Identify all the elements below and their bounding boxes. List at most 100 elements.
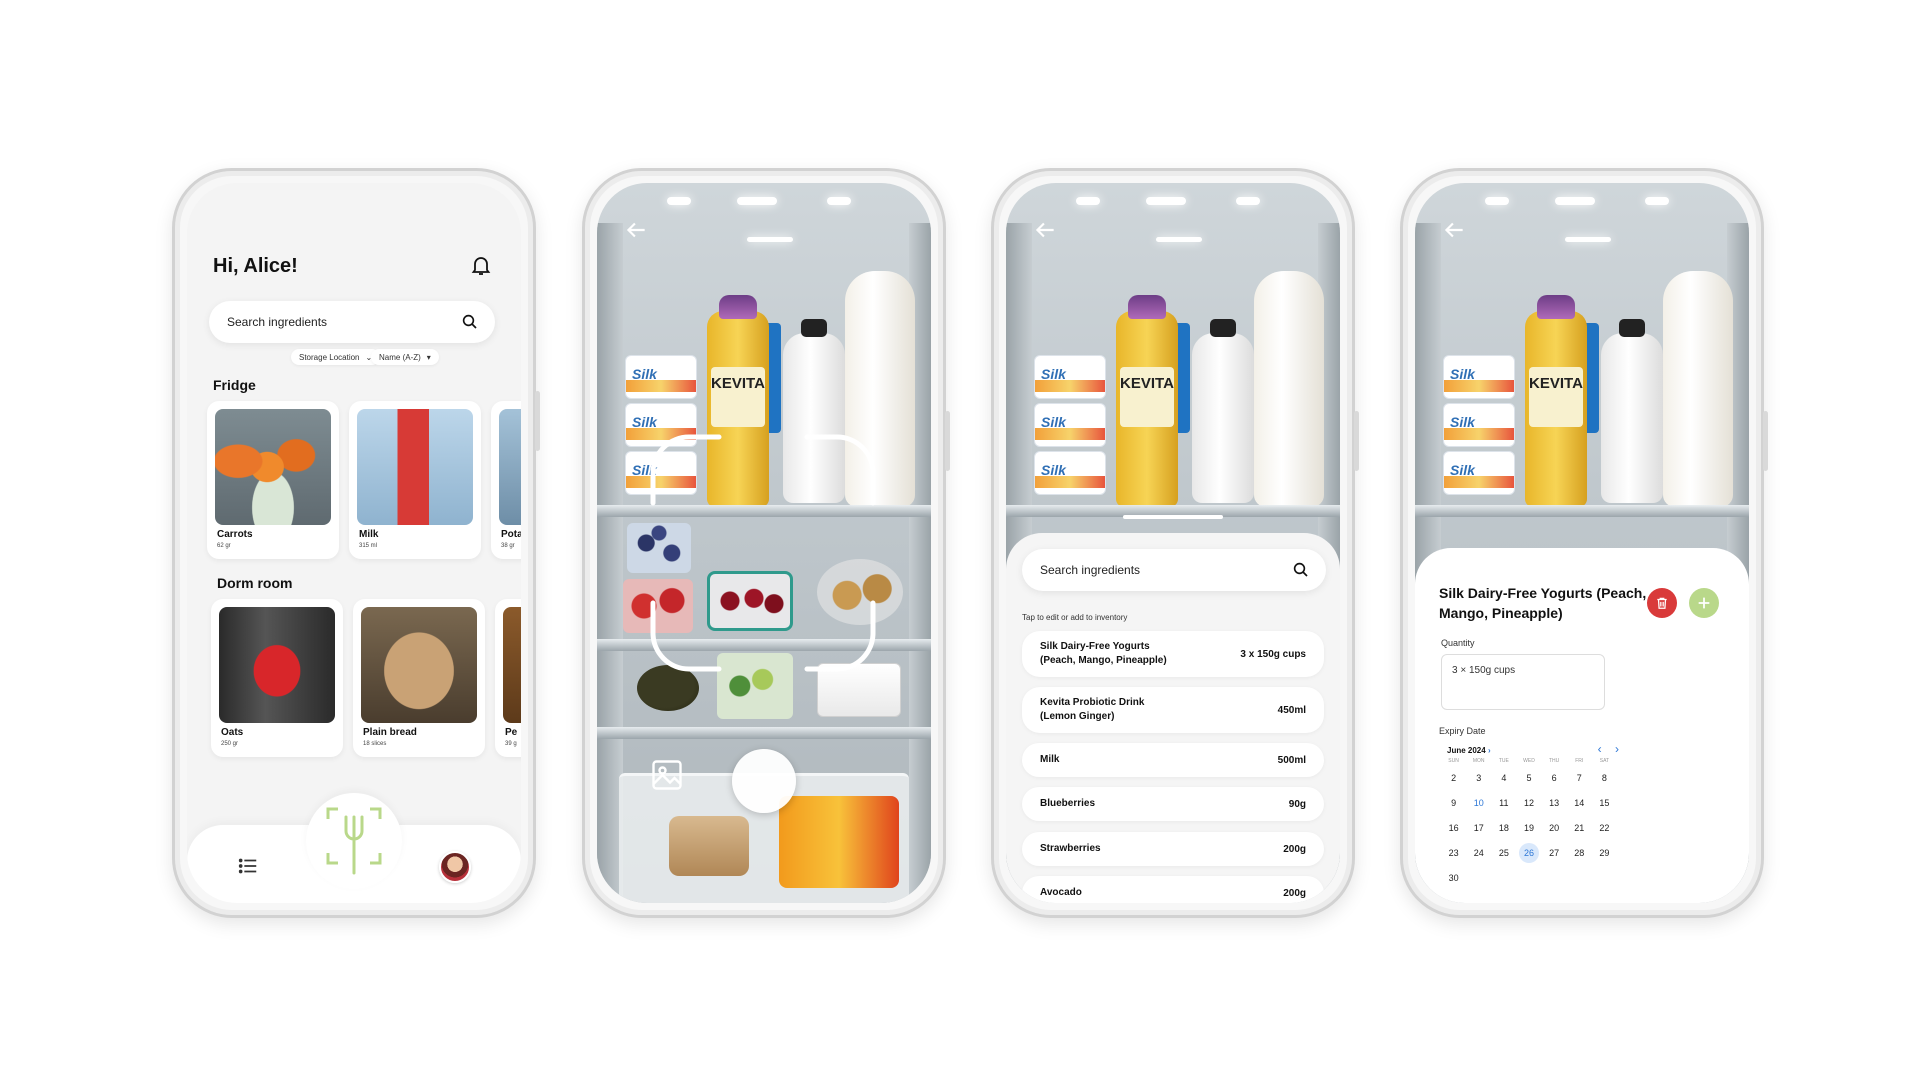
fridge-light <box>667 197 691 205</box>
chevron-left-icon[interactable]: ‹ <box>1598 742 1602 756</box>
ingredient-name: Plain bread <box>363 727 417 738</box>
storage-location-filter[interactable]: Storage Location ⌄ <box>291 349 381 365</box>
gallery-icon[interactable] <box>649 757 685 793</box>
snack-can <box>779 796 899 888</box>
calendar-day[interactable]: 22 <box>1592 818 1617 843</box>
list-item[interactable]: Avocado 200g <box>1022 876 1324 903</box>
list-item[interactable]: Kevita Probiotic Drink (Lemon Ginger) 450… <box>1022 687 1324 733</box>
ingredient-qty: 315 ml <box>359 543 378 549</box>
list-item[interactable]: Blueberries 90g <box>1022 787 1324 821</box>
avatar[interactable] <box>439 851 471 883</box>
calendar-day[interactable]: 9 <box>1441 793 1466 818</box>
ingredient-card[interactable]: Pe 39 g <box>495 599 521 757</box>
kevita-bottle: KEVITA <box>1116 311 1178 507</box>
item-qty: 500ml <box>1277 754 1306 766</box>
item-qty: 200g <box>1283 843 1306 855</box>
calendar-day[interactable]: 16 <box>1441 818 1466 843</box>
search-icon[interactable] <box>1292 561 1310 579</box>
ingredient-name: Oats <box>221 727 244 738</box>
calendar-day[interactable]: 21 <box>1567 818 1592 843</box>
scan-fork-icon <box>326 807 382 875</box>
ingredient-card[interactable]: Oats 250 gr <box>211 599 343 757</box>
list-item[interactable]: Strawberries 200g <box>1022 832 1324 866</box>
calendar-day[interactable]: 13 <box>1542 793 1567 818</box>
sheet-handle[interactable] <box>1123 515 1223 519</box>
delete-button[interactable] <box>1647 588 1677 618</box>
side-button <box>1763 411 1768 471</box>
item-qty: 200g <box>1283 887 1306 899</box>
home-screen: Hi, Alice! Search ingredients Storage Lo… <box>187 183 521 903</box>
calendar-day[interactable]: 15 <box>1592 793 1617 818</box>
fridge-light <box>737 197 777 205</box>
bell-icon[interactable] <box>469 253 493 277</box>
sort-filter[interactable]: Name (A-Z) ▾ <box>371 349 439 365</box>
ingredient-photo <box>361 607 477 723</box>
calendar-day[interactable]: 28 <box>1567 843 1592 868</box>
ingredient-photo <box>215 409 331 525</box>
item-name: Kevita Probiotic Drink (Lemon Ginger) <box>1040 697 1145 722</box>
calendar-day[interactable]: 4 <box>1491 768 1516 793</box>
calendar-day[interactable]: 17 <box>1466 818 1491 843</box>
calendar-day[interactable]: 10 <box>1466 793 1491 818</box>
calendar-day[interactable]: 5 <box>1516 768 1541 793</box>
camera-screen: KEVITA Silk Silk Silk <box>597 183 931 903</box>
weekday-label: TUE <box>1498 758 1509 764</box>
calendar-day[interactable]: 7 <box>1567 768 1592 793</box>
calendar-day[interactable]: 18 <box>1491 818 1516 843</box>
chevron-right-icon[interactable]: › <box>1615 742 1619 756</box>
calendar-day[interactable]: 30 <box>1441 868 1466 893</box>
kevita-cap <box>1128 295 1166 319</box>
quantity-field[interactable]: 3 × 150g cups <box>1441 654 1605 710</box>
chevron-right-icon: › <box>1487 746 1491 755</box>
scan-button[interactable] <box>306 793 402 889</box>
calendar-day[interactable]: 12 <box>1516 793 1541 818</box>
search-placeholder: Search ingredients <box>227 315 328 329</box>
greeting: Hi, Alice! <box>213 255 298 277</box>
calendar-day[interactable]: 11 <box>1491 793 1516 818</box>
calendar-day[interactable]: 27 <box>1542 843 1567 868</box>
detected-list-screen: KEVITA Silk Silk Silk Search ingredients… <box>1006 183 1340 903</box>
ingredient-card[interactable]: Milk 315 ml <box>349 401 481 559</box>
calendar-day[interactable]: 24 <box>1466 843 1491 868</box>
back-arrow-icon[interactable] <box>623 217 649 243</box>
yogurt-cup: Silk <box>1034 403 1106 447</box>
calendar-day[interactable]: 23 <box>1441 843 1466 868</box>
ingredient-card[interactable]: Pota 38 gr <box>491 401 521 559</box>
calendar-day[interactable]: 19 <box>1516 818 1541 843</box>
calendar-day[interactable]: 29 <box>1592 843 1617 868</box>
list-item[interactable]: Silk Dairy-Free Yogurts (Peach, Mango, Pi… <box>1022 631 1324 677</box>
list-item[interactable]: Milk 500ml <box>1022 743 1324 777</box>
ingredient-qty: 38 gr <box>501 543 515 549</box>
search-icon[interactable] <box>461 313 479 331</box>
fridge-shelf <box>597 727 931 739</box>
phone-camera: KEVITA Silk Silk Silk <box>582 168 950 918</box>
calendar-grid: SUN MON TUE WED THU FRI SAT 2 3 4 5 6 7 8 9 10 11 12 13 14 1… <box>1441 758 1617 893</box>
section-title-dorm-room: Dorm room <box>217 575 293 591</box>
calendar-day[interactable]: 3 <box>1466 768 1491 793</box>
side-button <box>535 391 540 451</box>
ingredient-card[interactable]: Plain bread 18 slices <box>353 599 485 757</box>
ingredient-card[interactable]: Carrots 62 gr <box>207 401 339 559</box>
search-input[interactable]: Search ingredients <box>209 301 495 343</box>
item-name: Strawberries <box>1040 843 1101 854</box>
calendar-day[interactable]: 14 <box>1567 793 1592 818</box>
fridge-light <box>1555 197 1595 205</box>
shutter-button[interactable] <box>732 749 796 813</box>
list-icon[interactable] <box>237 855 259 877</box>
calendar-day[interactable]: 20 <box>1542 818 1567 843</box>
item-name: Milk <box>1040 754 1060 765</box>
calendar-month[interactable]: June 2024 › <box>1447 746 1491 755</box>
calendar-day[interactable]: 2 <box>1441 768 1466 793</box>
calendar-day[interactable]: 26 <box>1516 843 1541 868</box>
back-arrow-icon[interactable] <box>1032 217 1058 243</box>
calendar-day[interactable]: 25 <box>1491 843 1516 868</box>
calendar-day[interactable]: 6 <box>1542 768 1567 793</box>
item-qty: 450ml <box>1277 704 1306 716</box>
add-button[interactable] <box>1689 588 1719 618</box>
back-arrow-icon[interactable] <box>1441 217 1467 243</box>
fridge-light <box>1076 197 1100 205</box>
ingredient-name: Milk <box>359 529 379 540</box>
calendar-day[interactable]: 8 <box>1592 768 1617 793</box>
ingredient-name: Pota <box>501 529 521 540</box>
search-input[interactable]: Search ingredients <box>1022 549 1326 591</box>
